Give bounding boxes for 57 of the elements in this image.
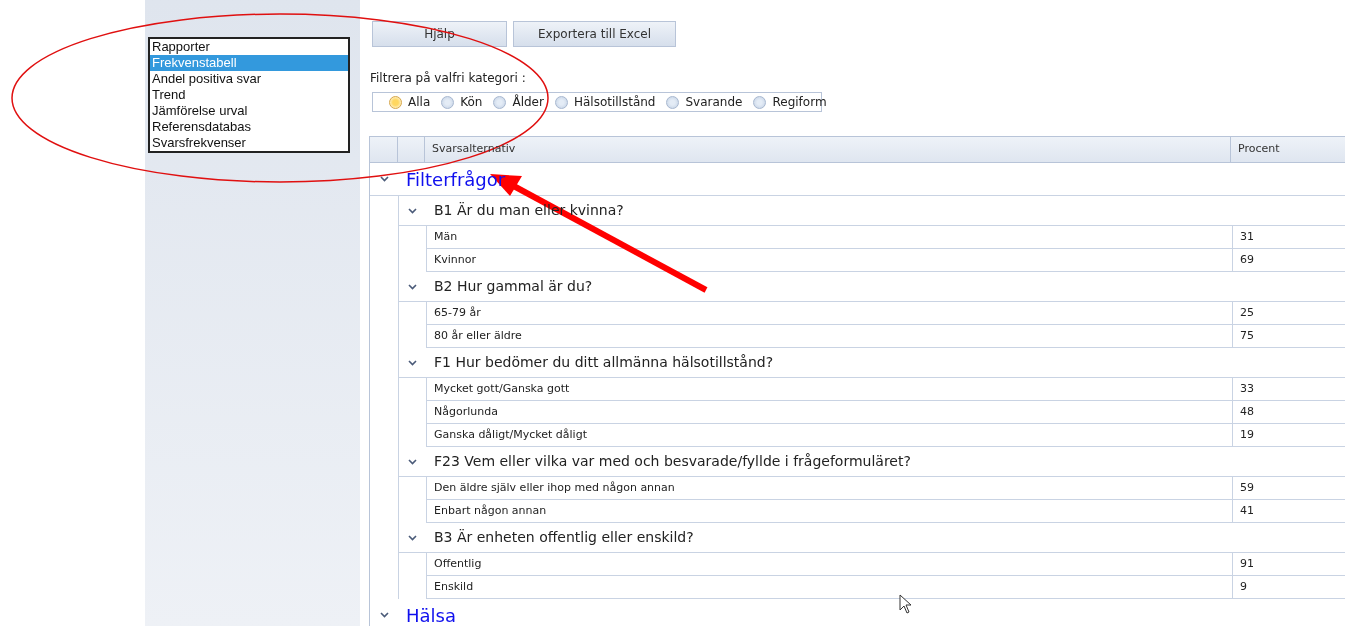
toolbar-button[interactable]: Hjälp — [372, 21, 507, 47]
radio-label[interactable]: Hälsotillstånd — [573, 93, 656, 111]
chevron-down-icon[interactable] — [408, 283, 417, 290]
radio-label[interactable]: Kön — [460, 93, 483, 111]
table-cell-text: 25 — [1239, 304, 1255, 321]
question-title: B3 Är enheten offentlig eller enskild? — [434, 528, 694, 547]
mouse-cursor-icon — [899, 594, 913, 614]
radio-button[interactable] — [389, 95, 402, 109]
chevron-down-icon[interactable] — [408, 458, 417, 465]
table-cell: 80 år eller äldre — [427, 325, 1233, 347]
table-cell: Kvinnor — [427, 249, 1233, 271]
view-mode-listbox[interactable]: Rapporter Frekvenstabell Andel positiva svar Trend Jämförelse urval Referensdatabas Svarsfrekvenser — [148, 37, 350, 153]
table-cell-text: 91 — [1239, 555, 1255, 572]
table-cell-text: 69 — [1239, 251, 1255, 268]
radio-label[interactable]: Alla — [408, 93, 431, 111]
radio-button[interactable] — [441, 95, 455, 109]
table-cell-text: 75 — [1239, 327, 1255, 344]
group-title: Hälsa — [406, 603, 456, 626]
toolbar-button[interactable]: Exportera till Excel — [513, 21, 677, 47]
radio-button[interactable] — [753, 95, 767, 109]
table-cell: Någorlunda — [427, 401, 1233, 423]
table-cell: Enbart någon annan — [427, 500, 1233, 522]
listbox-option[interactable]: Rapporter — [150, 39, 348, 55]
table-cell: Ganska dåligt/Mycket dåligt — [427, 424, 1233, 446]
table-cell-text: 19 — [1239, 426, 1255, 443]
radio-button[interactable] — [666, 95, 680, 109]
question-title: F23 Vem eller vilka var med och besvarade/fyllde i frågeformuläret? — [434, 452, 911, 471]
table-cell: Offentlig — [427, 553, 1233, 575]
listbox-option[interactable]: Trend — [150, 87, 348, 103]
chevron-down-icon[interactable] — [380, 176, 389, 182]
listbox-option[interactable]: Andel positiva svar — [150, 71, 348, 87]
table-cell-text: 48 — [1239, 403, 1255, 420]
radio-button[interactable] — [554, 95, 568, 109]
chevron-down-icon[interactable] — [408, 207, 417, 214]
listbox-option[interactable]: Jämförelse urval — [150, 103, 348, 119]
radio-label[interactable]: Regiform — [772, 93, 827, 111]
radio-label[interactable]: Ålder — [512, 93, 544, 111]
chevron-down-icon[interactable] — [380, 612, 389, 618]
table-cell: Den äldre själv eller ihop med någon annan — [427, 477, 1233, 499]
radio-button[interactable] — [493, 95, 507, 109]
filter-label: Filtrera på valfri kategori : — [370, 70, 527, 87]
table-cell-text: 9 — [1239, 578, 1248, 595]
chevron-down-icon[interactable] — [408, 359, 417, 366]
question-title: F1 Hur bedömer du ditt allmänna hälsotillstånd? — [434, 353, 774, 372]
table-cell-text: 41 — [1239, 502, 1255, 519]
table-cell: 65-79 år — [427, 302, 1233, 324]
table-cell-text: 33 — [1239, 380, 1255, 397]
listbox-option[interactable]: Svarsfrekvenser — [150, 135, 348, 151]
radio-label[interactable]: Svarande — [685, 93, 743, 111]
table-cell-text: 59 — [1239, 479, 1255, 496]
table-cell-text: 31 — [1239, 228, 1255, 245]
table-cell: Män — [427, 226, 1233, 248]
listbox-option[interactable]: Referensdatabas — [150, 119, 348, 135]
column-header: Procent — [1237, 141, 1281, 158]
chevron-down-icon[interactable] — [408, 534, 417, 541]
question-title: B2 Hur gammal är du? — [434, 277, 593, 296]
table-cell: Mycket gott/Ganska gott — [427, 378, 1233, 400]
